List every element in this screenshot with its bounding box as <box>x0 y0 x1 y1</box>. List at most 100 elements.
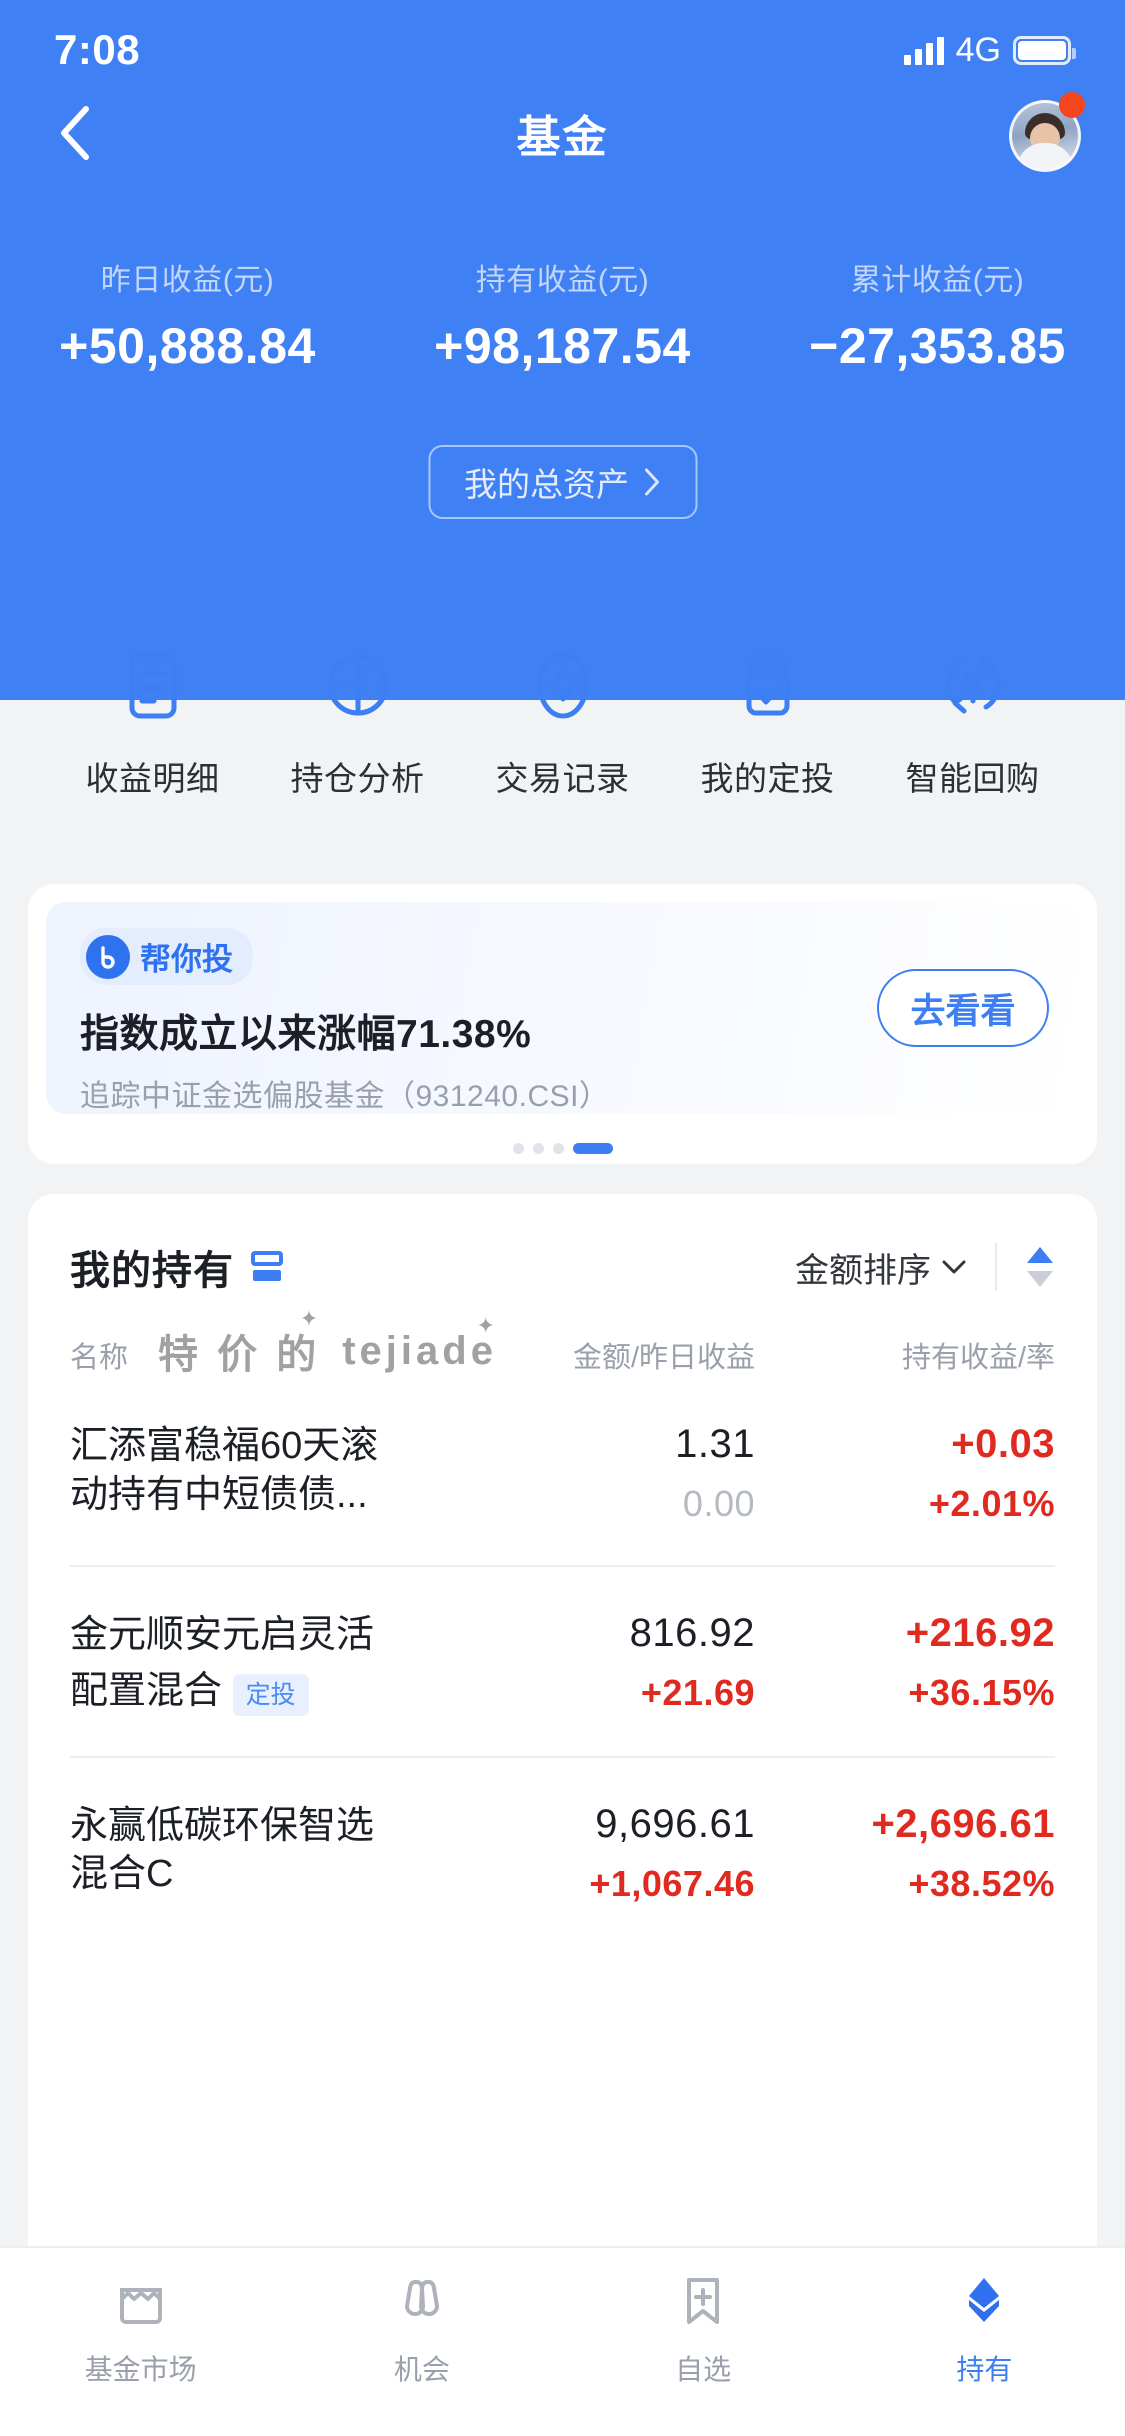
promo-subtitle: 追踪中证金选偏股基金（931240.CSI） <box>80 1080 610 1113</box>
document-lines-icon <box>116 648 190 722</box>
my-total-assets-label: 我的总资产 <box>464 466 629 503</box>
summary-label: 昨日收益(元) <box>100 264 275 297</box>
tab-opportunity[interactable]: 机会 <box>281 2270 562 2436</box>
status-indicators: 4G <box>903 30 1076 70</box>
fund-amount: 816.92 <box>629 1611 755 1655</box>
tab-fund-market[interactable]: 基金市场 <box>0 2270 281 2436</box>
fund-holding-profit: +216.92 <box>905 1611 1055 1655</box>
pie-chart-icon <box>321 648 395 722</box>
signal-bars-icon <box>903 35 944 65</box>
diamond-record-icon <box>526 648 600 722</box>
table-row[interactable]: 金元顺安元启灵活配置混合 定投 816.92 +21.69 +216.92 +3… <box>28 1565 1097 1756</box>
aip-badge: 定投 <box>232 1673 309 1716</box>
header-divider <box>995 1243 997 1291</box>
promo-inner: 帮你投 指数成立以来涨幅71.38% 追踪中证金选偏股基金（931240.CSI… <box>46 902 1079 1114</box>
fund-holding-rate: +36.15% <box>908 1672 1055 1713</box>
table-row[interactable]: 汇添富稳福60天滚动持有中短债债... 1.31 0.00 +0.03 +2.0… <box>28 1376 1097 1565</box>
column-header-profit: 持有收益/率 <box>901 1342 1055 1374</box>
avatar-body <box>1017 143 1073 169</box>
column-header-amount: 金额/昨日收益 <box>572 1342 755 1374</box>
refresh-yen-icon <box>936 648 1010 722</box>
fund-holding-profit: +2,696.61 <box>871 1801 1055 1846</box>
fund-yesterday-profit: +21.69 <box>640 1672 755 1713</box>
sort-label: 金额排序 <box>795 1251 931 1290</box>
status-time: 7:08 <box>54 26 141 73</box>
list-toggle-icon[interactable] <box>250 1250 284 1284</box>
layers-icon <box>953 2270 1015 2332</box>
earnings-summary: 昨日收益(元) +50,888.84 持有收益(元) +98,187.54 累计… <box>0 255 1125 375</box>
fund-yesterday-profit: 0.00 <box>682 1483 755 1524</box>
fund-amount: 1.31 <box>675 1422 755 1466</box>
fund-holding-rate: +2.01% <box>928 1483 1055 1524</box>
promo-cta-button[interactable]: 去看看 <box>877 969 1049 1047</box>
summary-label: 累计收益(元) <box>850 264 1025 297</box>
quick-action-label: 收益明细 <box>85 760 220 797</box>
carousel-dot[interactable] <box>552 1143 564 1154</box>
holdings-column-headers: 名称 金额/昨日收益 持有收益/率 <box>28 1296 1097 1376</box>
fund-amount-cell: 9,696.61 +1,067.46 <box>400 1802 755 1905</box>
bookmark-plus-icon <box>672 2270 734 2332</box>
carousel-dot[interactable] <box>532 1143 544 1154</box>
fund-amount-cell: 816.92 +21.69 <box>400 1611 755 1716</box>
summary-value: −27,353.85 <box>809 318 1066 374</box>
sort-dropdown[interactable]: 金额排序 <box>795 1243 967 1292</box>
fund-yesterday-profit: +1,067.46 <box>589 1862 755 1904</box>
tab-watchlist[interactable]: 自选 <box>563 2270 844 2436</box>
chevron-left-icon[interactable] <box>44 103 104 163</box>
market-shop-icon <box>110 2270 172 2332</box>
promo-badge: 帮你投 <box>80 928 253 985</box>
tab-label: 机会 <box>393 2354 450 2385</box>
quick-action-label: 智能回购 <box>905 760 1040 797</box>
fund-amount-cell: 1.31 0.00 <box>400 1422 755 1525</box>
fund-profit-cell: +216.92 +36.15% <box>755 1611 1055 1716</box>
summary-value: +98,187.54 <box>434 318 691 374</box>
tab-label: 自选 <box>675 2354 732 2385</box>
notification-dot <box>1059 92 1085 118</box>
fund-name-cell: 金元顺安元启灵活配置混合 定投 <box>70 1611 400 1716</box>
quick-action-position-analysis[interactable]: 持仓分析 <box>255 648 460 800</box>
battery-icon <box>1013 35 1076 65</box>
summary-col-total[interactable]: 累计收益(元) −27,353.85 <box>750 255 1125 375</box>
summary-value: +50,888.84 <box>59 318 316 374</box>
quick-action-transaction-record[interactable]: 交易记录 <box>460 648 665 800</box>
fund-holding-profit: +0.03 <box>951 1422 1055 1466</box>
page-title: 基金 <box>516 113 609 162</box>
chevron-right-icon <box>644 468 659 496</box>
quick-action-label: 我的定投 <box>700 760 835 797</box>
summary-col-holding[interactable]: 持有收益(元) +98,187.54 <box>375 255 750 375</box>
nav-bar: 基金 <box>0 88 1125 178</box>
quick-action-my-aip[interactable]: 我的定投 <box>665 648 870 800</box>
quick-action-smart-repurchase[interactable]: 智能回购 <box>870 648 1075 800</box>
tab-holdings[interactable]: 持有 <box>844 2270 1125 2436</box>
carousel-dot-active[interactable] <box>572 1143 613 1154</box>
fund-name: 金元顺安元启灵活配置混合 <box>70 1614 375 1712</box>
tab-label: 持有 <box>956 2354 1013 2385</box>
sort-ascending-icon[interactable] <box>1025 1245 1055 1289</box>
carousel-dots <box>512 1143 613 1154</box>
holdings-card: 我的持有 金额排序 名称 金额/昨日收益 持有收益/率 汇添富稳福60天滚动持有… <box>28 1194 1097 2395</box>
holdings-title: 我的持有 <box>70 1249 234 1293</box>
fund-name: 永赢低碳环保智选混合C <box>70 1804 375 1896</box>
fund-name: 汇添富稳福60天滚动持有中短债债... <box>70 1425 379 1516</box>
column-header-name: 名称 <box>70 1342 129 1374</box>
table-row[interactable]: 永赢低碳环保智选混合C 9,696.61 +1,067.46 +2,696.61… <box>28 1755 1097 1945</box>
calendar-check-icon <box>731 648 805 722</box>
fund-holding-rate: +38.52% <box>908 1862 1055 1904</box>
quick-action-income-detail[interactable]: 收益明细 <box>50 648 255 800</box>
bangnitou-logo-icon <box>86 934 130 979</box>
quick-action-label: 持仓分析 <box>290 760 425 797</box>
holdings-header: 我的持有 金额排序 <box>28 1194 1097 1296</box>
summary-col-yesterday[interactable]: 昨日收益(元) +50,888.84 <box>0 255 375 375</box>
bottom-tab-bar: 基金市场 机会 自选 持有 <box>0 2246 1125 2436</box>
network-type-label: 4G <box>955 30 1001 69</box>
my-total-assets-button[interactable]: 我的总资产 <box>428 445 697 519</box>
summary-label: 持有收益(元) <box>475 264 650 297</box>
chevron-down-icon <box>942 1260 966 1274</box>
tab-label: 基金市场 <box>84 2354 197 2385</box>
status-bar: 7:08 4G <box>0 0 1125 100</box>
fund-profit-cell: +2,696.61 +38.52% <box>755 1802 1055 1905</box>
binoculars-icon <box>391 2270 453 2332</box>
promo-badge-label: 帮你投 <box>140 942 233 977</box>
carousel-dot[interactable] <box>512 1143 524 1154</box>
promo-card[interactable]: 帮你投 指数成立以来涨幅71.38% 追踪中证金选偏股基金（931240.CSI… <box>28 884 1097 1164</box>
